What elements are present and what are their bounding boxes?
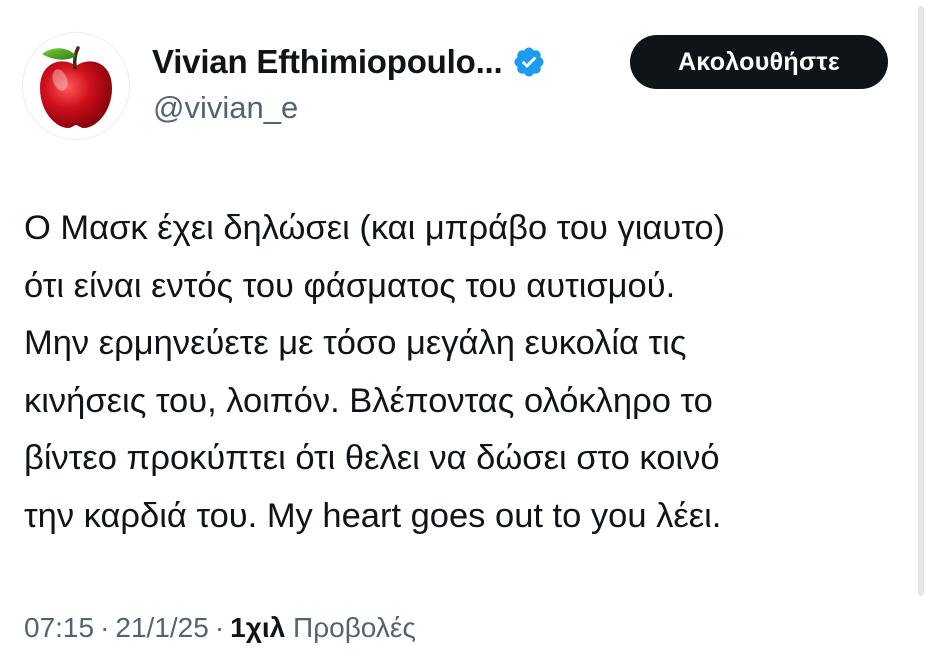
follow-button[interactable]: Ακολουθήστε: [630, 35, 888, 89]
author-handle[interactable]: @vivian_e: [153, 90, 298, 126]
meta-separator: ·: [214, 612, 225, 643]
tweet-text-line: Ο Μασκ έχει δηλώσει (και μπράβο του γιαυ…: [24, 209, 726, 247]
author-name-row[interactable]: Vivian Efthimiopoulo...: [152, 40, 546, 84]
tweet-text-line: κινήσεις του, λοιπόν. Βλέποντας ολόκληρο…: [24, 381, 713, 420]
tweet-text-line: Μην ερμηνεύετε με τόσο μεγάλη ευκολία τι…: [24, 324, 687, 362]
author-display-name[interactable]: Vivian Efthimiopoulo...: [152, 43, 503, 81]
tweet-time[interactable]: 07:15: [24, 612, 94, 643]
views-count: 1χιλ: [230, 612, 286, 643]
tweet-date[interactable]: 21/1/25: [115, 612, 208, 643]
tweet-text-line: την καρδιά του. My heart goes out to you…: [24, 496, 722, 535]
tweet-meta: 07:15 · 21/1/25 · 1χιλ Προβολές: [24, 612, 416, 644]
views-label: Προβολές: [292, 612, 416, 643]
meta-separator: ·: [100, 612, 110, 643]
scrollbar[interactable]: [918, 0, 926, 600]
red-apple-icon: [40, 46, 112, 128]
tweet-text-line: βίντεο προκύπτει ότι θελει να δώσει στο …: [24, 439, 720, 477]
verified-badge-icon: [514, 47, 545, 77]
tweet-text: Ο Μασκ έχει δηλώσει (και μπράβο του γιαυ…: [24, 200, 904, 545]
tweet-text-line: ότι είναι εντός του φάσματος του αυτισμο…: [24, 266, 676, 305]
scrollbar-thumb[interactable]: [918, 6, 924, 596]
avatar[interactable]: [22, 32, 130, 140]
tweet-card: Vivian Efthimiopoulo... @vivian_e Ακολου…: [0, 0, 930, 665]
